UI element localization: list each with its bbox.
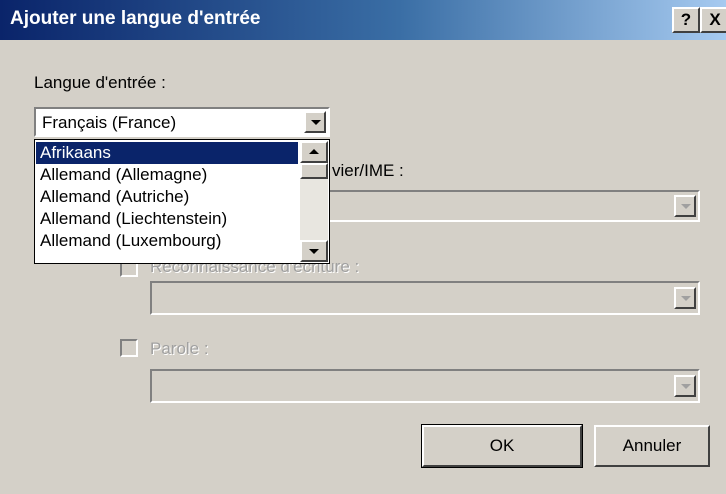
input-language-dropdown-button[interactable] <box>304 111 326 133</box>
speech-combobox <box>150 369 700 403</box>
chevron-down-icon <box>681 296 691 301</box>
add-input-language-dialog: Ajouter une langue d'entrée ? X Langue d… <box>0 0 726 494</box>
handwriting-combobox <box>150 281 700 315</box>
speech-label: Parole : <box>150 339 209 358</box>
chevron-down-icon <box>681 384 691 389</box>
close-button[interactable]: X <box>700 7 726 33</box>
dropdown-scrollbar[interactable] <box>300 141 328 262</box>
cancel-button[interactable]: Annuler <box>594 425 710 467</box>
input-language-label: Langue d'entrée : <box>34 73 166 92</box>
title-bar: Ajouter une langue d'entrée ? X <box>0 0 726 40</box>
list-item-afrikaans[interactable]: Afrikaans <box>36 142 298 164</box>
dialog-title: Ajouter une langue d'entrée <box>10 8 261 29</box>
list-item-allemand-autriche[interactable]: Allemand (Autriche) <box>36 186 298 208</box>
chevron-up-icon <box>309 149 319 154</box>
keyboard-layout-dropdown-button <box>674 195 696 217</box>
list-item-allemand-luxembourg[interactable]: Allemand (Luxembourg) <box>36 230 298 252</box>
speech-dropdown-button <box>674 375 696 397</box>
scroll-down-button[interactable] <box>300 240 328 262</box>
scroll-up-button[interactable] <box>300 141 328 163</box>
help-button[interactable]: ? <box>672 7 700 33</box>
chevron-down-icon <box>681 204 691 209</box>
chevron-down-icon <box>309 249 319 254</box>
ok-button[interactable]: OK <box>421 424 583 468</box>
list-item-allemand-liechtenstein[interactable]: Allemand (Liechtenstein) <box>36 208 298 230</box>
handwriting-dropdown-button <box>674 287 696 309</box>
speech-checkbox <box>120 339 138 357</box>
chevron-down-icon <box>311 120 321 125</box>
list-item-allemand-allemagne[interactable]: Allemand (Allemagne) <box>36 164 298 186</box>
keyboard-layout-label: vier/IME : <box>332 161 404 180</box>
input-language-value: Français (France) <box>42 113 177 132</box>
input-language-combobox[interactable]: Français (France) <box>34 107 330 137</box>
scroll-thumb[interactable] <box>300 163 328 179</box>
input-language-dropdown-list[interactable]: Afrikaans Allemand (Allemagne) Allemand … <box>34 139 330 264</box>
